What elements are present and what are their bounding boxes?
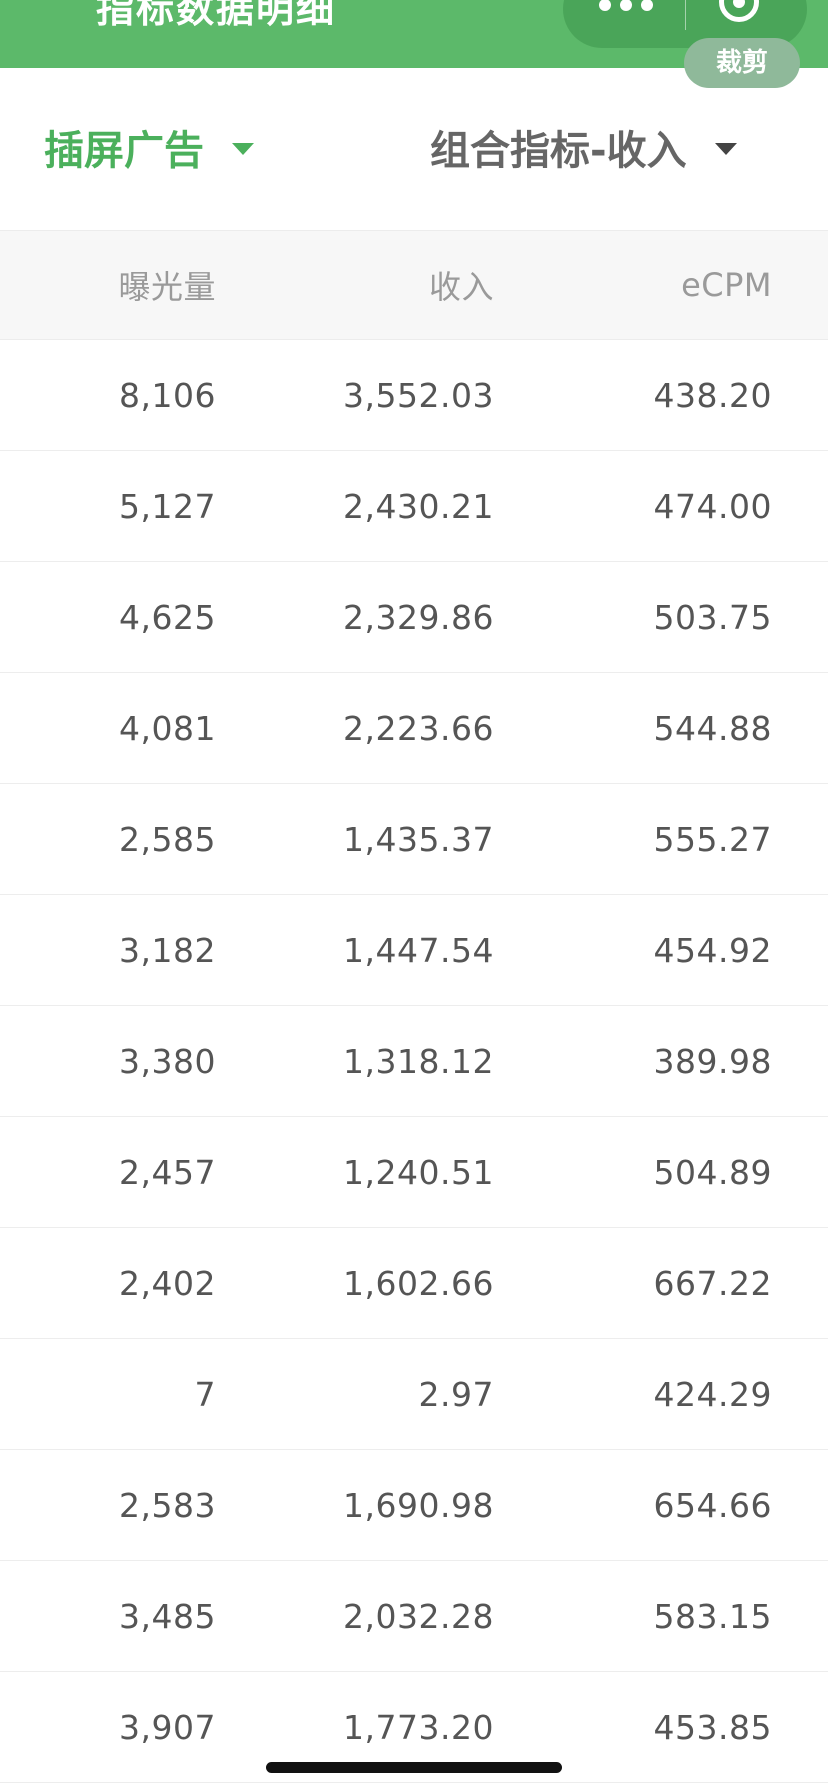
impressions-cell: 4,625 xyxy=(119,597,216,637)
column-header-impressions[interactable]: 曝光量 xyxy=(16,231,216,339)
ad-type-label: 插屏广告 xyxy=(44,128,204,174)
table-row[interactable]: 3,182 1,447.54 454.92 xyxy=(0,895,828,1006)
table-row[interactable]: 3,380 1,318.12 389.98 xyxy=(0,1006,828,1117)
ecpm-cell: 555.27 xyxy=(653,819,772,859)
revenue-cell: 1,318.12 xyxy=(343,1041,494,1081)
ecpm-cell: 667.22 xyxy=(653,1263,772,1303)
ecpm-cell: 544.88 xyxy=(653,708,772,748)
revenue-cell: 2,430.21 xyxy=(343,486,494,526)
ad-type-dropdown[interactable]: 插屏广告 xyxy=(44,126,254,176)
metric-label: 组合指标-收入 xyxy=(430,128,687,174)
impressions-cell: 8,106 xyxy=(119,375,216,415)
revenue-cell: 2,032.28 xyxy=(343,1596,494,1636)
table-row[interactable]: 2,585 1,435.37 555.27 xyxy=(0,784,828,895)
table-row[interactable]: 4,081 2,223.66 544.88 xyxy=(0,673,828,784)
revenue-cell: 1,447.54 xyxy=(343,930,494,970)
table-header: 曝光量 收入 eCPM xyxy=(0,230,828,340)
revenue-cell: 1,690.98 xyxy=(343,1485,494,1525)
caret-down-icon xyxy=(714,143,737,155)
table-row[interactable]: 2,402 1,602.66 667.22 xyxy=(0,1228,828,1339)
ecpm-cell: 389.98 xyxy=(653,1041,772,1081)
impressions-cell: 2,457 xyxy=(119,1152,216,1192)
impressions-cell: 3,380 xyxy=(119,1041,216,1081)
revenue-cell: 2,223.66 xyxy=(343,708,494,748)
impressions-cell: 3,485 xyxy=(119,1596,216,1636)
revenue-cell: 3,552.03 xyxy=(343,375,494,415)
ecpm-cell: 583.15 xyxy=(653,1596,772,1636)
caret-down-icon xyxy=(232,143,254,155)
table-row[interactable]: 8,106 3,552.03 438.20 xyxy=(0,340,828,451)
table-row[interactable]: 2,457 1,240.51 504.89 xyxy=(0,1117,828,1228)
data-table: 曝光量 收入 eCPM 8,106 3,552.03 438.20 5,127 2,43… xyxy=(0,230,828,1783)
home-indicator xyxy=(266,1762,562,1773)
page-title: 指标数据明细 xyxy=(96,0,337,31)
impressions-cell: 2,583 xyxy=(119,1485,216,1525)
ecpm-cell: 474.00 xyxy=(653,486,772,526)
close-icon[interactable] xyxy=(719,0,759,22)
filter-bar: 插屏广告 组合指标-收入 xyxy=(0,68,828,230)
table-row[interactable]: 2,583 1,690.98 654.66 xyxy=(0,1450,828,1561)
table-row[interactable]: 5,127 2,430.21 474.00 xyxy=(0,451,828,562)
table-body: 8,106 3,552.03 438.20 5,127 2,430.21 474.00 4,… xyxy=(0,340,828,1783)
impressions-cell: 4,081 xyxy=(119,708,216,748)
table-row[interactable]: 7 2.97 424.29 xyxy=(0,1339,828,1450)
ecpm-cell: 654.66 xyxy=(653,1485,772,1525)
revenue-cell: 1,602.66 xyxy=(343,1263,494,1303)
more-dots-icon[interactable] xyxy=(599,0,653,15)
metric-dropdown[interactable]: 组合指标-收入 xyxy=(430,126,737,176)
revenue-cell: 1,240.51 xyxy=(343,1152,494,1192)
ecpm-cell: 438.20 xyxy=(653,375,772,415)
column-header-ecpm[interactable]: eCPM xyxy=(512,231,772,339)
column-header-revenue[interactable]: 收入 xyxy=(234,231,494,339)
ecpm-cell: 503.75 xyxy=(653,597,772,637)
impressions-cell: 7 xyxy=(194,1374,216,1414)
revenue-cell: 2,329.86 xyxy=(343,597,494,637)
table-row[interactable]: 3,485 2,032.28 583.15 xyxy=(0,1561,828,1672)
revenue-cell: 2.97 xyxy=(418,1374,494,1414)
capsule-divider xyxy=(685,0,686,30)
ecpm-cell: 424.29 xyxy=(653,1374,772,1414)
table-row[interactable]: 4,625 2,329.86 503.75 xyxy=(0,562,828,673)
revenue-cell: 1,435.37 xyxy=(343,819,494,859)
impressions-cell: 5,127 xyxy=(119,486,216,526)
impressions-cell: 3,907 xyxy=(119,1707,216,1747)
impressions-cell: 2,402 xyxy=(119,1263,216,1303)
impressions-cell: 2,585 xyxy=(119,819,216,859)
ecpm-cell: 504.89 xyxy=(653,1152,772,1192)
impressions-cell: 3,182 xyxy=(119,930,216,970)
crop-button[interactable]: 裁剪 xyxy=(684,38,800,88)
ecpm-cell: 454.92 xyxy=(653,930,772,970)
